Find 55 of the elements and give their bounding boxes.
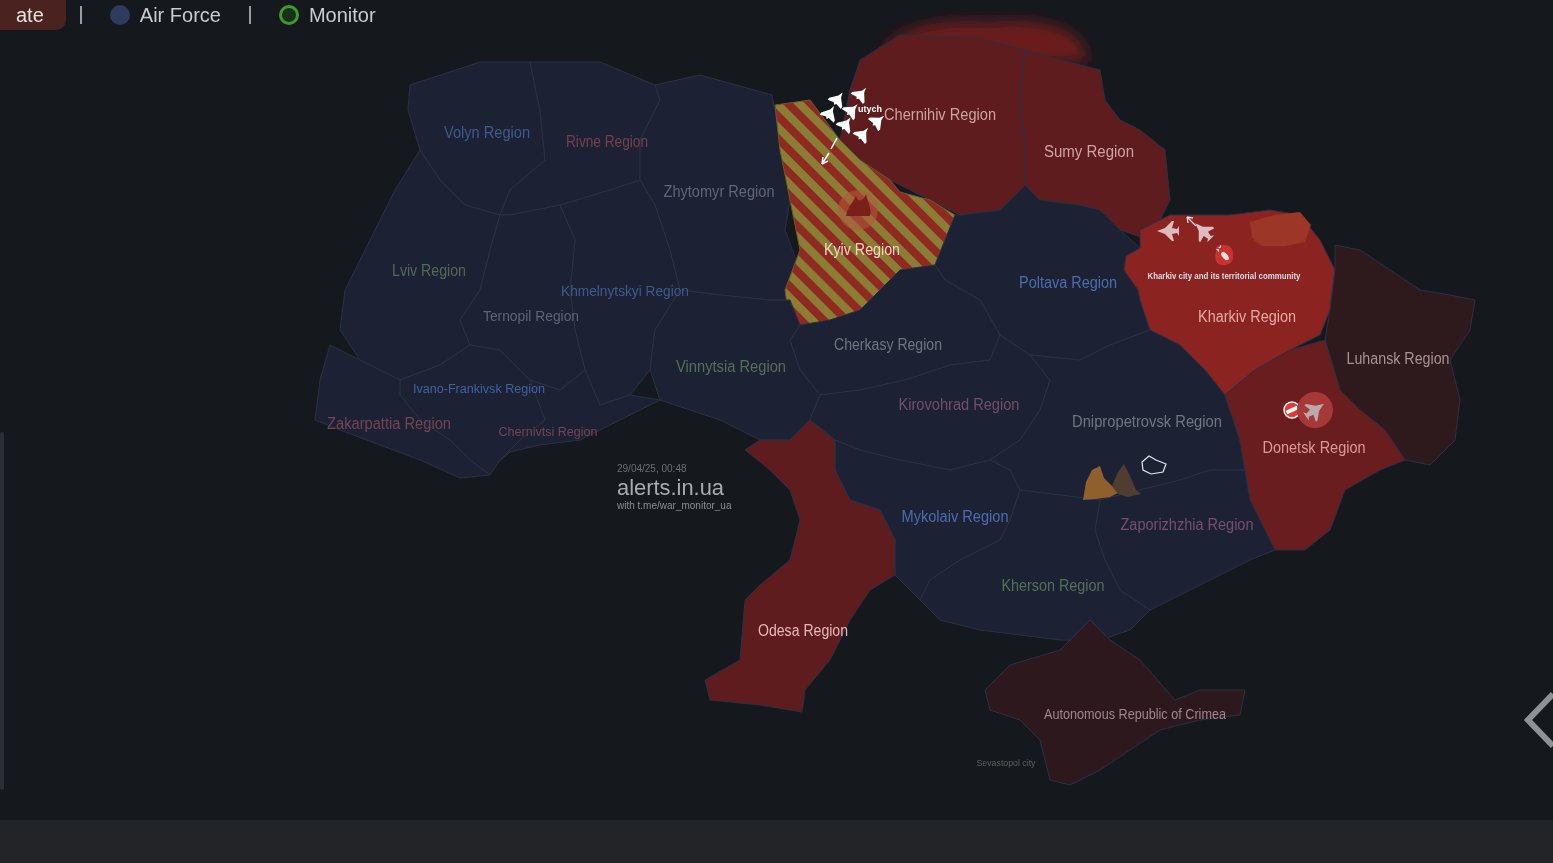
region-label: Lviv Region: [392, 261, 476, 279]
region-label: Vinnytsia Region: [676, 357, 796, 375]
source-tab[interactable]: Monitor: [264, 0, 390, 30]
region-label: Dnipropetrovsk Region: [1072, 412, 1235, 430]
source-text: alerts.in.ua: [617, 475, 725, 500]
trajectory-arrow: [821, 137, 838, 165]
community-area: [1112, 464, 1141, 497]
jet-icon: [1297, 392, 1333, 428]
region-label: Volyn Region: [444, 123, 539, 141]
region-label: Kirovohrad Region: [898, 395, 1032, 413]
place-label: utych: [858, 104, 882, 115]
drone-icon: [850, 87, 867, 105]
region-label: Ternopil Region: [483, 307, 588, 325]
community-area: [1250, 212, 1311, 246]
region-label: Kyiv Region: [824, 240, 910, 258]
region-label: Chernivtsi Region: [498, 423, 602, 439]
region-label: Kherson Region: [1001, 576, 1117, 594]
drone-icon: [852, 127, 869, 145]
region-label: Sumy Region: [1044, 142, 1141, 160]
place-label: Kharkiv city and its territorial community: [1147, 271, 1323, 282]
region-label: Donetsk Region: [1262, 438, 1377, 456]
region-label: Mykolaiv Region: [901, 507, 1019, 525]
ring-icon: [278, 5, 299, 25]
region-label: Odesa Region: [758, 621, 861, 639]
region-label: Zhytomyr Region: [663, 182, 786, 200]
city-outline: [1141, 455, 1167, 475]
region-label: Poltava Region: [1019, 273, 1128, 291]
drone-icon: [827, 92, 843, 109]
region-label: Cherkasy Region: [834, 335, 957, 353]
timestamp-text: 29/04/25, 00:48: [617, 463, 687, 474]
chevron-icon[interactable]: [1523, 691, 1553, 749]
region-label: Zaporizhzhia Region: [1120, 515, 1268, 533]
source-tab[interactable]: Air Force: [95, 0, 235, 30]
region-label: Luhansk Region: [1346, 349, 1463, 367]
drone-icon: [819, 106, 835, 123]
region-label: Zakarpattia Region: [327, 414, 463, 432]
jet-icon: [1195, 223, 1215, 243]
emblem-icon: [838, 190, 878, 230]
drone-icon: [841, 104, 858, 121]
community-area: [1083, 466, 1120, 500]
region-label: Autonomous Republic of Crimea: [1044, 706, 1246, 723]
dot-icon: [109, 5, 130, 25]
region-label: Rivne Region: [566, 132, 663, 150]
credit-text: with t.me/war_monitor_ua: [617, 500, 732, 511]
source-tab[interactable]: ate: [0, 0, 66, 30]
region-label: Khmelnytskyi Region: [561, 282, 702, 300]
bomb-icon: [1215, 244, 1234, 266]
arrow-icon: [1186, 216, 1197, 227]
drone-icon: [835, 117, 851, 134]
region-label: Ivano-Frankivsk Region: [413, 380, 550, 396]
drone-icon: [867, 115, 885, 132]
region-label: Kharkiv Region: [1198, 307, 1307, 325]
place-label: Sevastopol city: [976, 758, 1038, 769]
region-label: Chernihiv Region: [884, 105, 1007, 123]
jet-icon: [1157, 221, 1179, 241]
